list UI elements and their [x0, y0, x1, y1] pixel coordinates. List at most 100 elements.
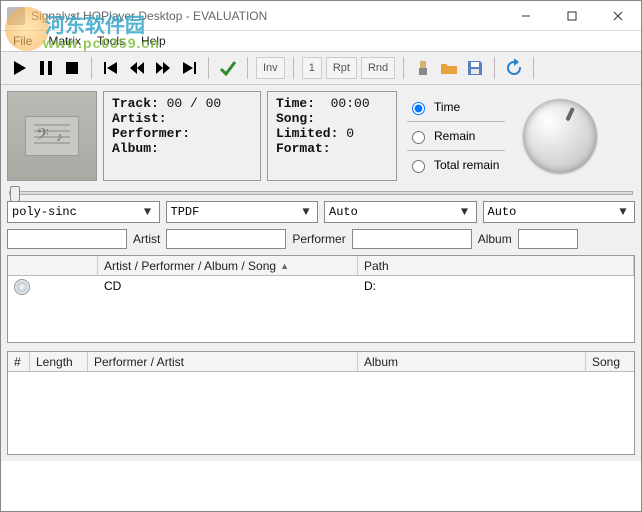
- menu-matrix[interactable]: Matrix: [40, 32, 89, 50]
- title-bar: Signalyst HQPlayer Desktop - EVALUATION: [1, 1, 641, 31]
- song-label: Song:: [276, 111, 315, 126]
- forward-button[interactable]: [152, 57, 174, 79]
- tree-header: Artist / Performer / Album / Song▲ Path: [8, 256, 634, 276]
- radio-total-remain[interactable]: Total remain: [407, 157, 505, 173]
- prev-track-button[interactable]: [100, 57, 122, 79]
- menu-file[interactable]: File: [5, 32, 40, 50]
- pause-button[interactable]: [35, 57, 57, 79]
- format-label: Format:: [276, 141, 331, 156]
- artist-label: Artist:: [112, 111, 167, 126]
- rewind-button[interactable]: [126, 57, 148, 79]
- time-label: Time:: [276, 96, 315, 111]
- maximize-icon: [567, 11, 577, 21]
- radio-time[interactable]: Time: [407, 99, 505, 115]
- invert-button[interactable]: Inv: [256, 57, 285, 79]
- search-row: Artist Performer Album: [7, 229, 635, 249]
- play-icon: [11, 59, 29, 77]
- toolbar-separator: [247, 57, 248, 79]
- progress-slider[interactable]: [9, 191, 633, 195]
- svg-text:𝄢: 𝄢: [36, 126, 49, 148]
- radio-remain-input[interactable]: [412, 131, 425, 144]
- open-button[interactable]: [438, 57, 460, 79]
- limited-label: Limited:: [276, 126, 338, 141]
- toolbar: Inv 1 Rpt Rnd: [1, 51, 641, 85]
- floppy-icon: [466, 59, 484, 77]
- tree-row-cd[interactable]: CD D:: [8, 276, 634, 298]
- refresh-button[interactable]: [503, 57, 525, 79]
- radio-total-remain-label: Total remain: [434, 158, 499, 172]
- svg-text:♪: ♪: [56, 128, 63, 144]
- playlist-col-length[interactable]: Length: [30, 352, 88, 371]
- refresh-icon: [505, 59, 523, 77]
- limited-value: 0: [346, 126, 354, 141]
- playlist-header: # Length Performer / Artist Album Song: [8, 352, 634, 372]
- radio-remain-label: Remain: [434, 129, 475, 143]
- mode-number-button[interactable]: 1: [302, 57, 322, 79]
- filter-value: poly-sinc: [12, 205, 141, 219]
- playlist-col-no[interactable]: #: [8, 352, 30, 371]
- search-performer-input[interactable]: [352, 229, 472, 249]
- rate-combo[interactable]: Auto▼: [324, 201, 477, 223]
- stop-icon: [63, 59, 81, 77]
- check-icon: [219, 59, 237, 77]
- tree-col-path[interactable]: Path: [358, 256, 634, 275]
- cover-placeholder-icon: 𝄢♪: [25, 116, 79, 156]
- folder-open-icon: [440, 59, 458, 77]
- progress-thumb[interactable]: [10, 186, 20, 202]
- window-title: Signalyst HQPlayer Desktop - EVALUATION: [31, 9, 503, 23]
- search-field-1[interactable]: [7, 229, 127, 249]
- playlist-col-album[interactable]: Album: [358, 352, 586, 371]
- brush-icon: [414, 59, 432, 77]
- pause-icon: [37, 59, 55, 77]
- menu-tools[interactable]: Tools: [89, 32, 133, 50]
- tree-col-main[interactable]: Artist / Performer / Album / Song▲: [98, 256, 358, 275]
- skip-next-icon: [180, 59, 198, 77]
- playlist-col-song[interactable]: Song: [586, 352, 634, 371]
- filter-combo[interactable]: poly-sinc▼: [7, 201, 160, 223]
- mode-value: Auto: [488, 205, 617, 219]
- library-tree[interactable]: Artist / Performer / Album / Song▲ Path …: [7, 255, 635, 343]
- album-label: Album:: [112, 141, 159, 156]
- radio-time-label: Time: [434, 100, 460, 114]
- search-album-input[interactable]: [518, 229, 578, 249]
- clear-button[interactable]: [412, 57, 434, 79]
- search-performer-label: Performer: [290, 232, 347, 246]
- toolbar-separator: [208, 57, 209, 79]
- menu-help[interactable]: Help: [133, 32, 174, 50]
- playlist-col-performer[interactable]: Performer / Artist: [88, 352, 358, 371]
- cd-icon: [14, 279, 30, 295]
- chevron-down-icon: ▼: [616, 205, 630, 219]
- maximize-button[interactable]: [549, 1, 595, 31]
- chevron-down-icon: ▼: [141, 205, 155, 219]
- main-area: 𝄢♪ Track: 00 / 00 Artist: Performer: Alb…: [1, 85, 641, 461]
- dither-value: TPDF: [171, 205, 300, 219]
- menu-bar: File Matrix Tools Help: [1, 31, 641, 51]
- radio-time-input[interactable]: [412, 102, 425, 115]
- close-button[interactable]: [595, 1, 641, 31]
- time-mode-radios: Time Remain Total remain: [403, 91, 509, 181]
- sort-asc-icon: ▲: [280, 261, 289, 271]
- repeat-button[interactable]: Rpt: [326, 57, 357, 79]
- time-info-panel: Time: 00:00 Song: Limited: 0 Format:: [267, 91, 397, 181]
- search-artist-label: Artist: [131, 232, 162, 246]
- tree-col-blank[interactable]: [8, 256, 98, 275]
- toolbar-separator: [533, 57, 534, 79]
- apply-button[interactable]: [217, 57, 239, 79]
- playlist-table[interactable]: # Length Performer / Artist Album Song: [7, 351, 635, 455]
- radio-remain[interactable]: Remain: [407, 128, 505, 144]
- stop-button[interactable]: [61, 57, 83, 79]
- toolbar-separator: [494, 57, 495, 79]
- search-artist-input[interactable]: [166, 229, 286, 249]
- toolbar-separator: [91, 57, 92, 79]
- cover-art: 𝄢♪: [7, 91, 97, 181]
- radio-total-remain-input[interactable]: [412, 160, 425, 173]
- play-button[interactable]: [9, 57, 31, 79]
- volume-knob[interactable]: [515, 91, 605, 181]
- random-button[interactable]: Rnd: [361, 57, 395, 79]
- mode-combo[interactable]: Auto▼: [483, 201, 636, 223]
- chevron-down-icon: ▼: [299, 205, 313, 219]
- next-track-button[interactable]: [178, 57, 200, 79]
- minimize-button[interactable]: [503, 1, 549, 31]
- dither-combo[interactable]: TPDF▼: [166, 201, 319, 223]
- save-button[interactable]: [464, 57, 486, 79]
